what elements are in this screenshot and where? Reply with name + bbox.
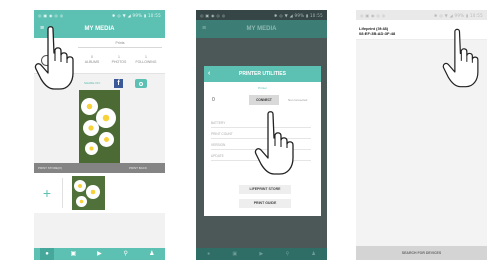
page-title: MY MEDIA [246,26,277,32]
stat-following[interactable]: 1 FOLLOWING [134,55,158,65]
pointing-hand-icon [442,28,479,88]
print-guide-button[interactable]: PRINT GUIDE [239,199,291,208]
status-icons-left: ◎ ▣ ◉ ◎ ◎ [38,13,64,18]
flower-shape [74,180,86,192]
status-bar: ◎ ▣ ◉ ◎ ◎ ✱ ◎ ▼ ◢ 99% ▮ 10:55 [356,10,487,20]
back-chevron-icon[interactable]: ‹ [208,66,210,82]
dialog-header: ‹ PRINTER UTILITIES [204,66,321,82]
page-title: MY MEDIA [84,26,115,32]
bottom-nav: ● ▣ ▶ ⚲ ♟ [34,248,165,260]
instagram-icon[interactable] [135,79,147,88]
print-back-button[interactable]: PRINT BACK [129,166,147,170]
photo-preview[interactable] [79,90,120,163]
printer-label: Printer [258,86,267,90]
bottom-nav-dimmed: ● ▣ ▶ ⚲ ♟ [196,248,327,260]
menu-icon: ≡ [202,25,207,32]
pointing-hand-icon [34,26,74,90]
gallery-icon[interactable]: ▣ [66,248,80,260]
dialog-title: PRINTER UTILITIES [239,71,286,77]
person-icon[interactable]: ♟ [145,248,159,260]
status-bar: ◎ ▣ ◉ ◎ ◎ ✱ ◎ ▼ ◢ 99% ▮ 10:55 [196,10,327,20]
my-media-screen: ◎ ▣ ◉ ◎ ◎ ✱ ◎ ▼ ◢ 99% ▮ 10:55 ≡ MY MEDIA… [34,10,165,260]
person-icon: ♟ [311,251,316,257]
status-icons-right: ✱ ◎ ▼ ◢ 99% ▮ 10:55 [274,13,323,18]
camera-icon: ● [207,251,211,257]
printer-utilities-screen: ◎ ▣ ◉ ◎ ◎ ✱ ◎ ▼ ◢ 99% ▮ 10:55 ≡ MY MEDIA… [196,10,327,260]
flower-shape [81,98,98,115]
printer-value: 0 [212,97,215,103]
connection-status: Not connected [288,98,308,102]
flower-shape [83,120,99,136]
media-thumbnail[interactable] [72,176,105,210]
flower-shape [86,185,100,199]
tab-prints[interactable]: Prints [78,40,162,48]
stat-photos[interactable]: 1 PHOTOS [107,55,131,65]
search-icon: ⚲ [285,251,290,257]
device-address: 08:EF:3B:AD:3F:48 [359,31,396,36]
print-store-button[interactable]: PRINT STORE(X) [38,166,62,170]
search-devices-button[interactable]: SEARCH FOR DEVICES [356,246,487,260]
status-icons-right: ✱ ◎ ▼ ◢ 99% ▮ 10:55 [112,13,161,18]
flower-shape [76,196,87,207]
facebook-icon[interactable]: f [114,79,123,88]
print-bar: PRINT STORE(X) PRINT BACK [34,163,165,173]
flower-shape [96,108,116,128]
gallery-icon: ▣ [232,251,238,257]
share-label: SHARE ON: [84,81,101,85]
video-icon[interactable]: ▶ [92,248,106,260]
video-icon: ▶ [259,251,264,257]
camera-icon[interactable]: ● [40,248,55,260]
pointing-hand-icon [254,111,294,175]
search-icon[interactable]: ⚲ [119,248,133,260]
media-strip: + [34,173,165,213]
status-icons-left: ◎ ▣ ◉ ◎ ◎ [200,13,226,18]
app-bar-dimmed: ≡ MY MEDIA [196,20,327,38]
status-icons-right: ✱ ◎ ▼ ◢ 99% ▮ 10:55 [434,13,483,18]
flower-shape [99,132,114,147]
status-icons-left: ◎ ▣ ◉ ◎ ◎ [360,13,386,18]
status-bar: ◎ ▣ ◉ ◎ ◎ ✱ ◎ ▼ ◢ 99% ▮ 10:55 [34,10,165,20]
flower-shape [85,142,98,155]
connect-button[interactable]: CONNECT [249,95,279,105]
divider [62,178,63,208]
device-list-screen: ◎ ▣ ◉ ◎ ◎ ✱ ◎ ▼ ◢ 99% ▮ 10:55 Lifeprint … [356,10,487,260]
lifeprint-store-button[interactable]: LIFEPRINT STORE [239,185,291,194]
add-media-button[interactable]: + [40,186,54,200]
printer-row: 0 CONNECT Not connected [204,93,321,107]
